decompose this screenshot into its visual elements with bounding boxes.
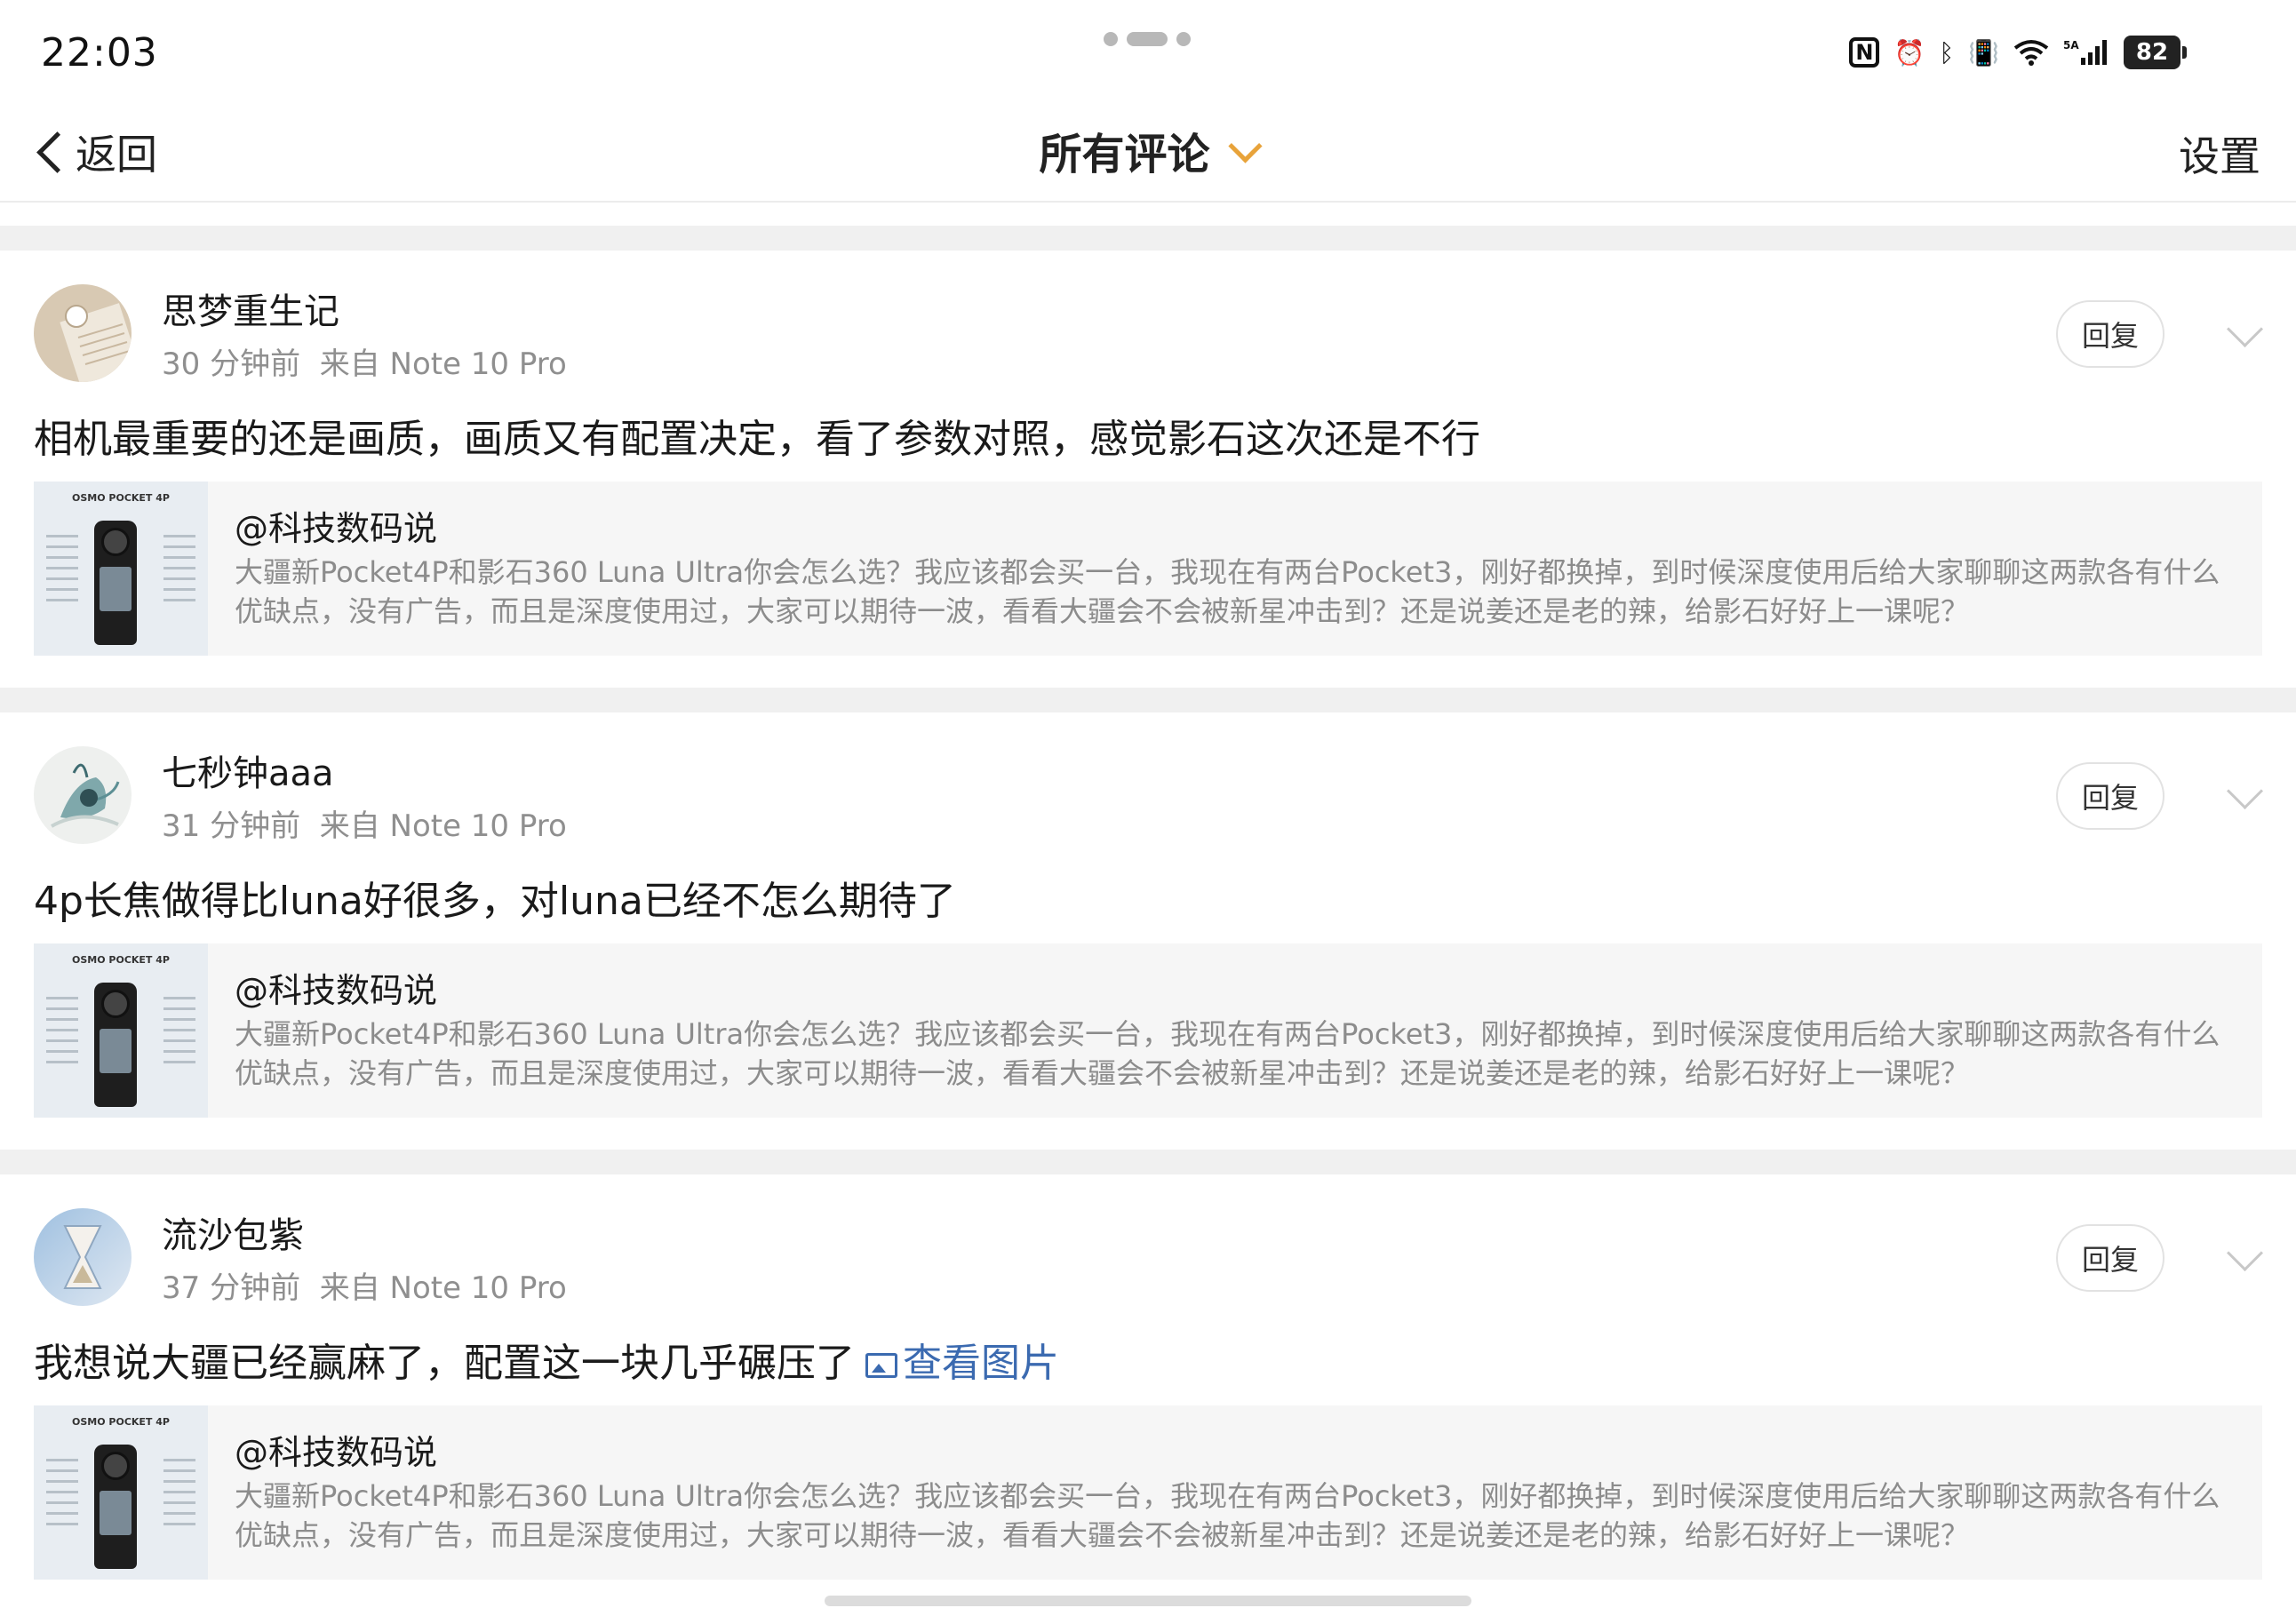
comment-time: 31 分钟前 (162, 808, 301, 844)
comment-time: 37 分钟前 (162, 1270, 301, 1306)
comment-source: 来自 Note 10 Pro (319, 808, 567, 844)
post-thumbnail: OSMO POCKET 4P (34, 1405, 208, 1580)
avatar[interactable] (34, 746, 132, 844)
page-title: 所有评论 (1039, 130, 1210, 179)
comment-source: 来自 Note 10 Pro (319, 346, 567, 382)
bluetooth-icon: ᛒ (1939, 37, 1955, 68)
quoted-text: 大疆新Pocket4P和影石360 Luna Ultra你会怎么选？我应该都会买… (235, 1479, 2220, 1552)
page-indicator (1104, 32, 1191, 46)
comment-item: 七秒钟aaa 31 分钟前 来自 Note 10 Pro 回复 4p长焦做得比l… (0, 712, 2296, 1157)
post-thumbnail: OSMO POCKET 4P (34, 943, 208, 1118)
comment-source: 来自 Note 10 Pro (319, 1270, 567, 1306)
status-bar: 22:03 N ⏰ ᛒ 📳 5A 82 (0, 0, 2296, 98)
avatar[interactable] (34, 1208, 132, 1306)
reply-button[interactable]: 回复 (2056, 762, 2164, 830)
quoted-post-card[interactable]: OSMO POCKET 4P @科技数码说 大疆新Pocket4P和影石360 … (34, 943, 2262, 1118)
thumbnail-title: OSMO POCKET 4P (72, 1416, 170, 1428)
nfc-icon: N (1849, 37, 1880, 68)
nav-bar: 返回 所有评论 设置 (0, 98, 2296, 203)
quoted-author: @科技数码说 (235, 1433, 438, 1472)
thumbnail-title: OSMO POCKET 4P (72, 492, 170, 504)
quoted-text: 大疆新Pocket4P和影石360 Luna Ultra你会怎么选？我应该都会买… (235, 1017, 2220, 1090)
reply-button[interactable]: 回复 (2056, 300, 2164, 368)
comment-text: 我想说大疆已经赢麻了，配置这一块几乎碾压了 查看图片 (34, 1341, 1059, 1386)
wifi-icon (2013, 39, 2049, 66)
chevron-down-icon[interactable] (2226, 310, 2264, 348)
quoted-post-card[interactable]: OSMO POCKET 4P @科技数码说 大疆新Pocket4P和影石360 … (34, 1405, 2262, 1580)
view-image-link[interactable]: 查看图片 (855, 1341, 1059, 1386)
post-thumbnail: OSMO POCKET 4P (34, 482, 208, 656)
section-divider (0, 1150, 2296, 1174)
home-indicator[interactable] (825, 1596, 1471, 1606)
quoted-text: 大疆新Pocket4P和影石360 Luna Ultra你会怎么选？我应该都会买… (235, 555, 2220, 628)
chevron-down-icon[interactable] (2226, 1234, 2264, 1272)
chevron-down-icon[interactable] (2226, 772, 2264, 810)
quoted-post-card[interactable]: OSMO POCKET 4P @科技数码说 大疆新Pocket4P和影石360 … (34, 482, 2262, 656)
thumbnail-title: OSMO POCKET 4P (72, 954, 170, 966)
comment-meta: 37 分钟前 来自 Note 10 Pro (162, 1263, 567, 1307)
quoted-author: @科技数码说 (235, 971, 438, 1010)
status-time: 22:03 (41, 30, 158, 76)
quoted-author: @科技数码说 (235, 509, 438, 548)
comment-text: 相机最重要的还是画质，画质又有配置决定，看了参数对照，感觉影石这次还是不行 (34, 417, 1480, 462)
section-divider (0, 688, 2296, 712)
battery-icon: 82 (2124, 36, 2187, 69)
svg-text:5A: 5A (2063, 39, 2079, 52)
settings-button[interactable]: 设置 (2179, 124, 2260, 183)
comment-filter-dropdown[interactable]: 所有评论 (0, 119, 2296, 181)
section-divider (0, 226, 2296, 251)
comment-item: 流沙包紫 37 分钟前 来自 Note 10 Pro 回复 我想说大疆已经赢麻了… (0, 1174, 2296, 1619)
username[interactable]: 七秒钟aaa (162, 744, 334, 796)
username[interactable]: 思梦重生记 (162, 283, 339, 334)
alarm-icon: ⏰ (1893, 37, 1925, 68)
chevron-down-icon (1227, 129, 1263, 163)
vibrate-icon: 📳 (1968, 37, 1999, 68)
comment-time: 30 分钟前 (162, 346, 301, 382)
image-icon (865, 1353, 897, 1378)
signal-5a-icon: 5A (2063, 38, 2109, 67)
comment-item: 思梦重生记 30 分钟前 来自 Note 10 Pro 回复 相机最重要的还是画… (0, 251, 2296, 695)
username[interactable]: 流沙包紫 (162, 1206, 304, 1258)
comment-text: 4p长焦做得比luna好很多，对luna已经不怎么期待了 (34, 879, 956, 924)
comment-meta: 31 分钟前 来自 Note 10 Pro (162, 801, 567, 845)
avatar[interactable] (34, 284, 132, 382)
comment-meta: 30 分钟前 来自 Note 10 Pro (162, 339, 567, 383)
status-icons: N ⏰ ᛒ 📳 5A 82 (1849, 36, 2187, 69)
reply-button[interactable]: 回复 (2056, 1224, 2164, 1292)
